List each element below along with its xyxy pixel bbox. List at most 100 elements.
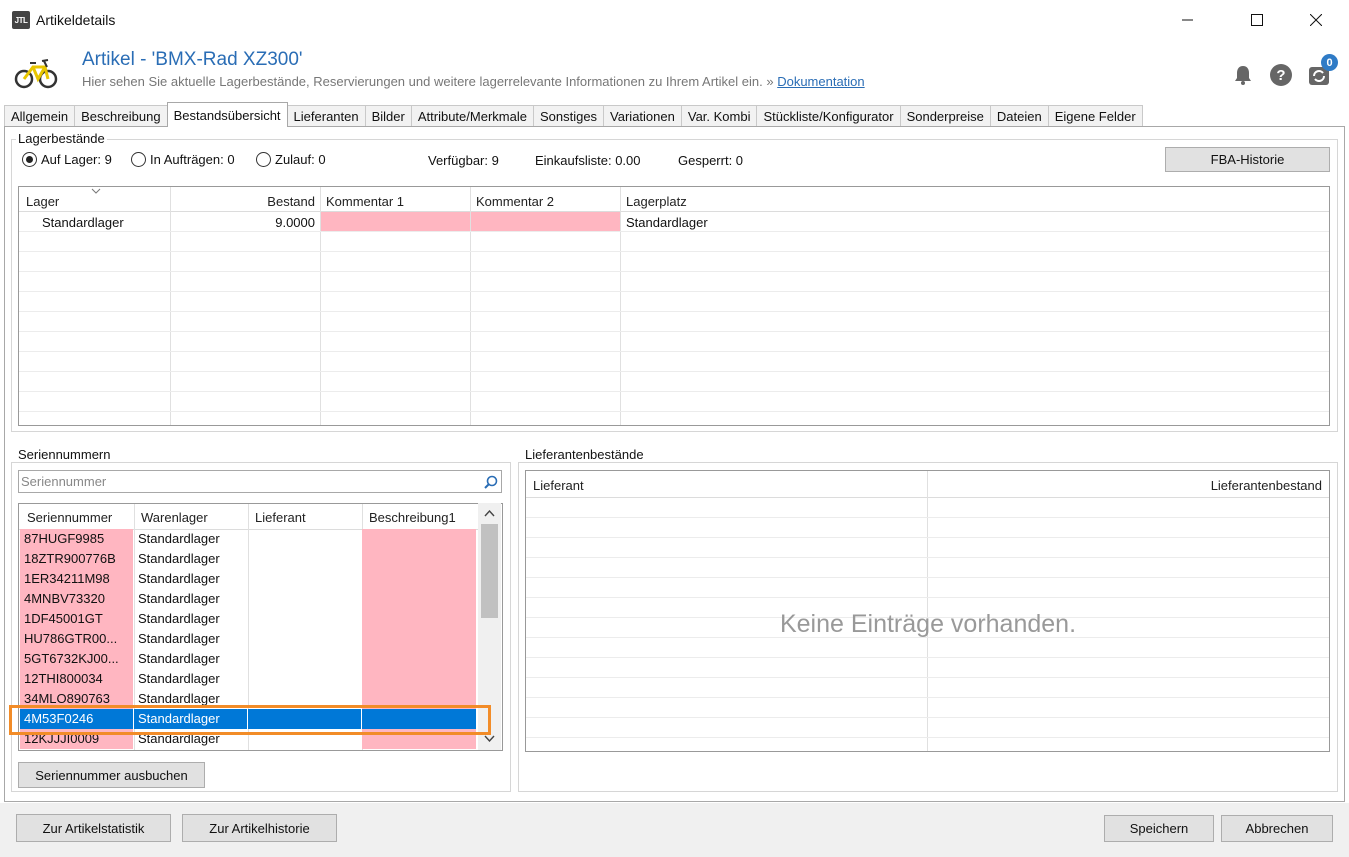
- maximize-button[interactable]: [1234, 0, 1280, 40]
- tab-sonstiges[interactable]: Sonstiges: [532, 105, 605, 127]
- serial-cell-warenlager[interactable]: Standardlager: [134, 549, 247, 569]
- serial-cell-nr[interactable]: HU786GTR00...: [20, 629, 133, 649]
- fba-historie-button[interactable]: FBA-Historie: [1165, 147, 1330, 172]
- serial-cell-lieferant[interactable]: [248, 589, 361, 609]
- serial-cell-warenlager[interactable]: Standardlager: [134, 669, 247, 689]
- col-header-kommentar2[interactable]: Kommentar 2: [476, 194, 554, 209]
- minimize-icon: [1182, 19, 1193, 21]
- serial-cell-beschreibung[interactable]: [362, 669, 476, 689]
- col-header-lieferant[interactable]: Lieferant: [255, 510, 306, 525]
- serial-cell-warenlager[interactable]: Standardlager: [134, 529, 247, 549]
- artikelhistorie-button[interactable]: Zur Artikelhistorie: [182, 814, 337, 842]
- bell-icon[interactable]: [1231, 63, 1255, 87]
- tab-eigene-felder[interactable]: Eigene Felder: [1047, 105, 1143, 127]
- close-icon: [1310, 14, 1322, 26]
- tab-var-kombi[interactable]: Var. Kombi: [680, 105, 758, 127]
- scroll-down-icon[interactable]: [484, 735, 495, 742]
- tab-bestandsuebersicht[interactable]: Bestandsübersicht: [166, 102, 288, 127]
- serial-cell-nr[interactable]: 18ZTR900776B: [20, 549, 133, 569]
- serial-cell-warenlager[interactable]: Standardlager: [134, 609, 247, 629]
- table-row[interactable]: 12THI800034 Standardlager: [18, 669, 476, 689]
- tab-bilder[interactable]: Bilder: [364, 105, 412, 127]
- tab-lieferanten[interactable]: Lieferanten: [286, 105, 366, 127]
- serial-cell-lieferant[interactable]: [248, 549, 361, 569]
- serial-cell-warenlager[interactable]: Standardlager: [134, 629, 247, 649]
- col-header-seriennummer[interactable]: Seriennummer: [27, 510, 112, 525]
- lager-grid: Lager Bestand Kommentar 1 Kommentar 2 La…: [18, 186, 1330, 426]
- serial-cell-beschreibung[interactable]: [362, 629, 476, 649]
- col-header-lager[interactable]: Lager: [26, 194, 59, 209]
- seriennummer-ausbuchen-button[interactable]: Seriennummer ausbuchen: [18, 762, 205, 788]
- serial-cell-lieferant[interactable]: [248, 569, 361, 589]
- lagerbestaende-label: Lagerbestände: [16, 131, 107, 146]
- serial-cell-nr[interactable]: 1DF45001GT: [20, 609, 133, 629]
- serial-cell-beschreibung[interactable]: [362, 609, 476, 629]
- table-row[interactable]: 87HUGF9985 Standardlager: [18, 529, 476, 549]
- bike-icon: [14, 59, 58, 89]
- serial-cell-nr[interactable]: 12THI800034: [20, 669, 133, 689]
- serial-cell-beschreibung[interactable]: [362, 569, 476, 589]
- table-row[interactable]: 1DF45001GT Standardlager: [18, 609, 476, 629]
- scroll-up-icon[interactable]: [484, 510, 495, 517]
- tab-variationen[interactable]: Variationen: [603, 105, 682, 127]
- serial-cell-lieferant[interactable]: [248, 629, 361, 649]
- empty-message: Keine Einträge vorhanden.: [779, 610, 1077, 638]
- col-header-bestand[interactable]: Bestand: [170, 194, 315, 209]
- maximize-icon: [1251, 14, 1263, 26]
- serial-cell-beschreibung[interactable]: [362, 529, 476, 549]
- sort-chevron-icon[interactable]: [91, 188, 101, 194]
- cancel-button[interactable]: Abbrechen: [1221, 815, 1333, 842]
- lager-cell-kommentar1[interactable]: [321, 212, 470, 231]
- serial-search-box: [18, 470, 502, 493]
- serial-cell-beschreibung[interactable]: [362, 649, 476, 669]
- serial-cell-nr[interactable]: 87HUGF9985: [20, 529, 133, 549]
- serial-cell-lieferant[interactable]: [248, 669, 361, 689]
- lager-cell-lager[interactable]: Standardlager: [42, 215, 124, 230]
- radio-in-auftraegen[interactable]: In Aufträgen: 0: [131, 152, 235, 167]
- tab-allgemein[interactable]: Allgemein: [4, 105, 76, 127]
- radio-zulauf[interactable]: Zulauf: 0: [256, 152, 326, 167]
- serial-cell-lieferant[interactable]: [248, 609, 361, 629]
- col-header-lagerplatz[interactable]: Lagerplatz: [626, 194, 687, 209]
- table-row[interactable]: 1ER34211M98 Standardlager: [18, 569, 476, 589]
- serial-cell-nr[interactable]: 1ER34211M98: [20, 569, 133, 589]
- serial-cell-nr[interactable]: 4MNBV73320: [20, 589, 133, 609]
- col-header-kommentar1[interactable]: Kommentar 1: [326, 194, 404, 209]
- col-header-lieferantenbestand[interactable]: Lieferantenbestand: [928, 478, 1322, 493]
- search-icon[interactable]: [484, 475, 498, 489]
- col-header-lieferant2[interactable]: Lieferant: [533, 478, 584, 493]
- table-row[interactable]: 4MNBV73320 Standardlager: [18, 589, 476, 609]
- serial-cell-lieferant[interactable]: [248, 649, 361, 669]
- serial-search-input[interactable]: [21, 473, 471, 490]
- help-icon[interactable]: ?: [1269, 63, 1293, 87]
- tab-dateien[interactable]: Dateien: [989, 105, 1049, 127]
- scrollbar-thumb[interactable]: [481, 524, 498, 618]
- documentation-link[interactable]: Dokumentation: [777, 74, 864, 89]
- serial-cell-beschreibung[interactable]: [362, 589, 476, 609]
- lager-cell-kommentar2[interactable]: [471, 212, 620, 231]
- tab-beschreibung[interactable]: Beschreibung: [74, 105, 168, 127]
- table-row[interactable]: 18ZTR900776B Standardlager: [18, 549, 476, 569]
- artikelstatistik-button[interactable]: Zur Artikelstatistik: [16, 814, 171, 842]
- tab-attribute-merkmale[interactable]: Attribute/Merkmale: [410, 105, 534, 127]
- serial-cell-warenlager[interactable]: Standardlager: [134, 589, 247, 609]
- lager-cell-bestand[interactable]: 9.0000: [170, 215, 315, 230]
- table-row[interactable]: HU786GTR00... Standardlager: [18, 629, 476, 649]
- serial-cell-nr[interactable]: 5GT6732KJ00...: [20, 649, 133, 669]
- tab-sonderpreise[interactable]: Sonderpreise: [899, 105, 991, 127]
- radio-auf-lager[interactable]: Auf Lager: 9: [22, 152, 112, 167]
- tab-stueckliste-konfigurator[interactable]: Stückliste/Konfigurator: [756, 105, 901, 127]
- col-header-warenlager[interactable]: Warenlager: [141, 510, 208, 525]
- seriennummern-label: Seriennummern: [16, 447, 113, 462]
- radio-label: In Aufträgen: 0: [150, 152, 235, 167]
- save-button[interactable]: Speichern: [1104, 815, 1214, 842]
- serial-cell-warenlager[interactable]: Standardlager: [134, 649, 247, 669]
- lager-cell-lagerplatz[interactable]: Standardlager: [626, 215, 708, 230]
- minimize-button[interactable]: [1165, 0, 1211, 40]
- serial-cell-lieferant[interactable]: [248, 529, 361, 549]
- col-header-beschreibung1[interactable]: Beschreibung1: [369, 510, 456, 525]
- serial-cell-beschreibung[interactable]: [362, 549, 476, 569]
- table-row[interactable]: 5GT6732KJ00... Standardlager: [18, 649, 476, 669]
- serial-cell-warenlager[interactable]: Standardlager: [134, 569, 247, 589]
- close-button[interactable]: [1293, 0, 1339, 40]
